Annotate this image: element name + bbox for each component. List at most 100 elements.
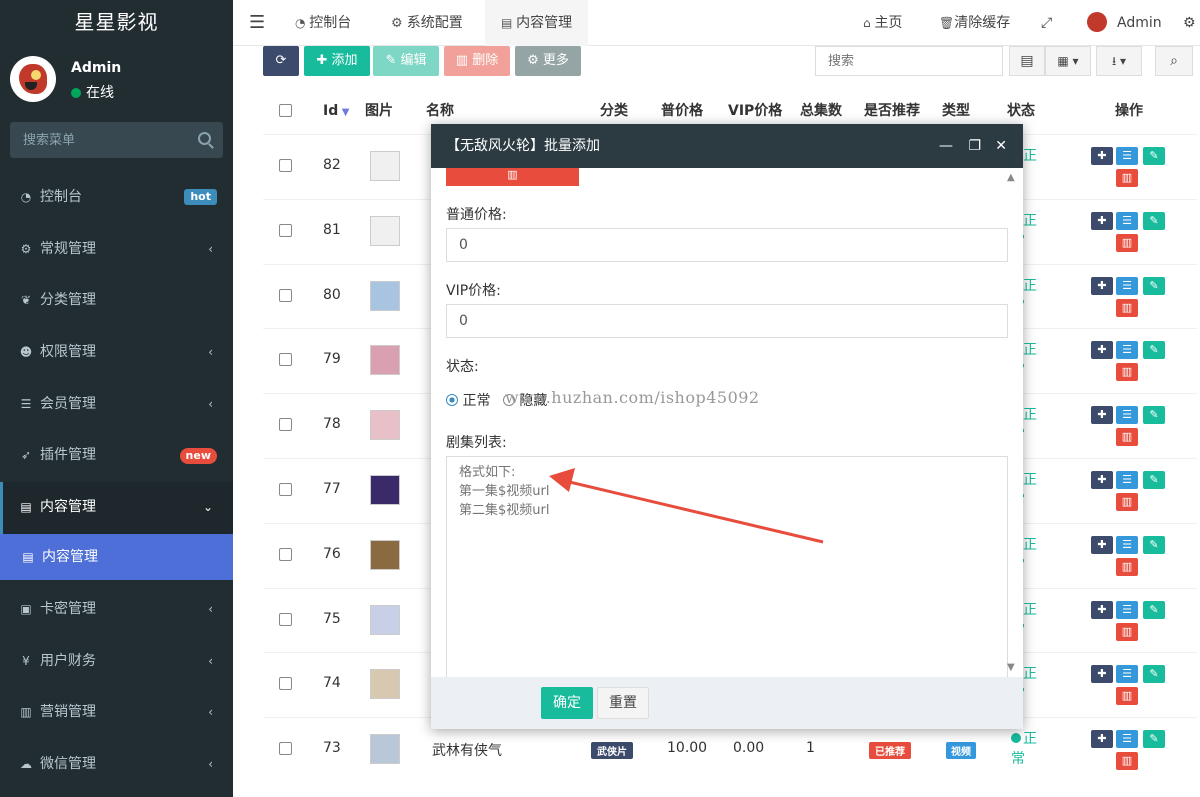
list-detail-icon[interactable]: ☰: [1116, 147, 1138, 165]
menu-toggle-icon[interactable]: ☰: [249, 0, 265, 46]
sidebar-item-member[interactable]: ☰ 会员管理 ‹: [0, 379, 233, 431]
row-checkbox[interactable]: [279, 159, 292, 172]
row-checkbox[interactable]: [279, 612, 292, 626]
drag-icon[interactable]: ✚: [1091, 147, 1113, 165]
remove-row-button[interactable]: ▥: [446, 168, 579, 186]
close-icon[interactable]: ✕: [995, 124, 1007, 168]
search-icon[interactable]: ⌕: [1155, 46, 1193, 76]
edit-icon[interactable]: ✎: [1143, 535, 1165, 554]
add-button[interactable]: ✚ 添加: [304, 46, 370, 76]
sidebar-item-finance[interactable]: ¥ 用户财务 ‹: [0, 636, 233, 688]
sidebar-item-category[interactable]: ❦ 分类管理: [0, 275, 233, 327]
sidebar-search-input[interactable]: [10, 122, 223, 158]
drag-icon[interactable]: ✚: [1091, 600, 1113, 619]
edit-icon[interactable]: ✎: [1143, 665, 1165, 684]
sidebar-item-auth[interactable]: ☻ 权限管理 ‹: [0, 327, 233, 379]
list-detail-icon[interactable]: ☰: [1116, 471, 1138, 489]
delete-icon[interactable]: ▥: [1116, 493, 1138, 511]
delete-icon[interactable]: ▥: [1116, 428, 1138, 447]
row-id: 80: [323, 286, 341, 303]
row-checkbox[interactable]: [279, 677, 292, 691]
row-checkbox[interactable]: [279, 742, 292, 756]
fullscreen-icon[interactable]: ⤢: [1041, 0, 1052, 46]
topbar: ☰ ◔ 控制台 ⚙ 系统配置 ▤ 内容管理 ⌂ 主页 🗑清除缓存 ⤢ Admin…: [233, 0, 1200, 46]
sidebar-item-dashboard[interactable]: ◔ 控制台 hot: [0, 172, 233, 224]
delete-icon[interactable]: ▥: [1116, 363, 1138, 382]
drag-icon[interactable]: ✚: [1091, 211, 1113, 230]
status-normal-radio[interactable]: [446, 394, 458, 406]
edit-icon[interactable]: ✎: [1143, 211, 1165, 230]
tab-system-config[interactable]: ⚙ 系统配置: [391, 0, 463, 46]
list-detail-icon[interactable]: ☰: [1116, 341, 1138, 360]
list-detail-icon[interactable]: ☰: [1116, 406, 1138, 425]
row-checkbox[interactable]: [279, 353, 292, 367]
more-button[interactable]: ⚙ 更多: [515, 46, 581, 76]
drag-icon[interactable]: ✚: [1091, 665, 1113, 684]
tab-content[interactable]: ▤ 内容管理: [485, 0, 589, 46]
sidebar-item-wechat[interactable]: ☁ 微信管理 ‹: [0, 739, 233, 791]
list-detail-icon[interactable]: ☰: [1116, 665, 1138, 684]
row-checkbox[interactable]: [279, 483, 292, 496]
drag-icon[interactable]: ✚: [1091, 471, 1113, 489]
search-icon[interactable]: [198, 132, 211, 145]
row-checkbox[interactable]: [279, 418, 292, 432]
sidebar-item-general[interactable]: ⚙ 常规管理 ‹: [0, 224, 233, 276]
drag-icon[interactable]: ✚: [1091, 406, 1113, 425]
row-price: 10.00: [667, 740, 708, 757]
maximize-icon[interactable]: ❐: [968, 124, 981, 168]
edit-icon[interactable]: ✎: [1143, 276, 1165, 295]
minimize-icon[interactable]: —: [939, 124, 953, 168]
price-input[interactable]: [446, 228, 1008, 262]
delete-icon[interactable]: ▥: [1116, 622, 1138, 641]
admin-menu[interactable]: Admin: [1087, 0, 1162, 46]
toggle-view-icon[interactable]: ▤: [1009, 46, 1045, 76]
drag-icon[interactable]: ✚: [1091, 341, 1113, 360]
list-detail-icon[interactable]: ☰: [1116, 535, 1138, 554]
edit-icon[interactable]: ✎: [1143, 341, 1165, 360]
edit-icon[interactable]: ✎: [1143, 406, 1165, 425]
vip-price-input[interactable]: [446, 304, 1008, 338]
tab-dashboard[interactable]: ◔ 控制台: [295, 0, 351, 46]
clear-cache-button[interactable]: 🗑清除缓存: [939, 0, 1010, 46]
drag-icon[interactable]: ✚: [1091, 276, 1113, 295]
list-detail-icon[interactable]: ☰: [1116, 600, 1138, 619]
delete-button[interactable]: ▥ 删除: [444, 46, 510, 76]
list-detail-icon[interactable]: ☰: [1116, 211, 1138, 230]
sidebar-item-content[interactable]: ▤ 内容管理 ⌄: [0, 482, 233, 534]
edit-icon[interactable]: ✎: [1143, 147, 1165, 165]
delete-icon[interactable]: ▥: [1116, 233, 1138, 252]
sidebar-item-card[interactable]: ▣ 卡密管理 ‹: [0, 584, 233, 636]
list-detail-icon[interactable]: ☰: [1116, 276, 1138, 295]
sidebar-item-marketing[interactable]: ▥ 营销管理 ‹: [0, 687, 233, 739]
sidebar-subitem-content[interactable]: ▤ 内容管理: [0, 533, 233, 580]
modal-scrollbar[interactable]: ▲ ▼: [1005, 168, 1019, 677]
edit-button[interactable]: ✎ 编辑: [373, 46, 439, 76]
delete-icon[interactable]: ▥: [1116, 557, 1138, 576]
scroll-up-icon[interactable]: ▲: [1007, 172, 1015, 183]
brand-logo[interactable]: 星星影视: [0, 0, 233, 46]
confirm-button[interactable]: 确定: [541, 687, 593, 719]
columns-dropdown-icon[interactable]: ▦ ▾: [1045, 46, 1091, 76]
sidebar-item-addon[interactable]: ➶ 插件管理 new: [0, 430, 233, 482]
delete-icon[interactable]: ▥: [1116, 752, 1138, 771]
drag-icon[interactable]: ✚: [1091, 535, 1113, 554]
export-dropdown-icon[interactable]: ⭳ ▾: [1096, 46, 1142, 76]
edit-icon[interactable]: ✎: [1143, 600, 1165, 619]
refresh-button[interactable]: ⟳: [263, 46, 299, 76]
row-checkbox[interactable]: [279, 547, 292, 561]
row-checkbox[interactable]: [279, 223, 292, 237]
scroll-down-icon[interactable]: ▼: [1007, 662, 1015, 673]
list-detail-icon[interactable]: ☰: [1116, 730, 1138, 749]
delete-icon[interactable]: ▥: [1116, 169, 1138, 187]
edit-icon[interactable]: ✎: [1143, 471, 1165, 489]
col-id[interactable]: Id ▼: [323, 88, 349, 134]
table-search-input[interactable]: [815, 46, 1003, 76]
edit-icon[interactable]: ✎: [1143, 730, 1165, 749]
drag-icon[interactable]: ✚: [1091, 730, 1113, 749]
home-link[interactable]: ⌂ 主页: [863, 0, 902, 46]
row-checkbox[interactable]: [279, 288, 292, 302]
delete-icon[interactable]: ▥: [1116, 298, 1138, 317]
reset-button[interactable]: 重置: [597, 687, 649, 719]
delete-icon[interactable]: ▥: [1116, 687, 1138, 706]
settings-gear-icon[interactable]: ⚙: [1183, 0, 1196, 46]
